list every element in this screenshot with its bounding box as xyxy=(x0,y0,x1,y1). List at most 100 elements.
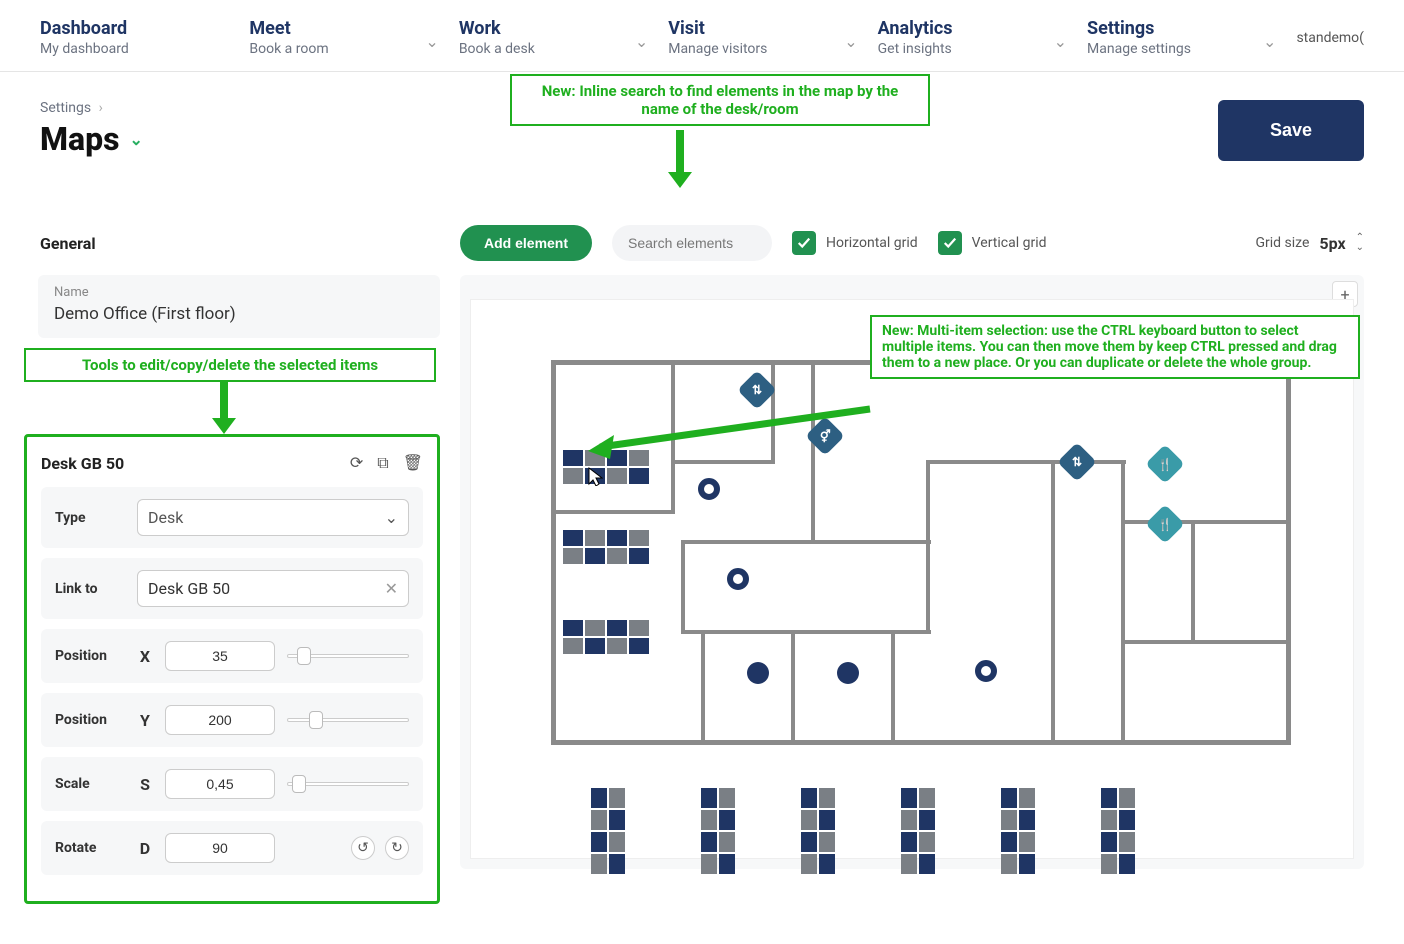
slider-track xyxy=(287,718,409,722)
nav-title: Dashboard xyxy=(40,18,199,39)
top-nav: Dashboard My dashboard Meet Book a room … xyxy=(0,0,1404,72)
desk-cluster[interactable] xyxy=(563,530,649,564)
nav-settings[interactable]: Settings Manage settings ⌄ xyxy=(1087,18,1286,57)
room-marker[interactable] xyxy=(698,478,720,500)
grid-size-stepper[interactable]: ⌃ ⌄ xyxy=(1356,234,1364,252)
grid-size-value: 5px xyxy=(1319,234,1345,253)
cafeteria-icon[interactable]: 🍴 xyxy=(1145,444,1185,484)
rotate-cw-button[interactable]: ↻ xyxy=(385,836,409,860)
slider-thumb[interactable] xyxy=(292,775,306,793)
nav-sub: Book a room xyxy=(249,41,408,57)
nav-work[interactable]: Work Book a desk ⌄ xyxy=(459,18,658,57)
position-y-axis: Y xyxy=(137,711,153,730)
floor-plan[interactable]: ⇅ ⚥ ⇅ 🍴 🍴 xyxy=(470,299,1354,859)
horizontal-grid-label: Horizontal grid xyxy=(826,235,918,251)
map-name-box: Name Demo Office (First floor) xyxy=(38,275,440,338)
type-value: Desk xyxy=(148,508,183,527)
room-marker[interactable] xyxy=(837,662,859,684)
chevron-down-icon: ⌄ xyxy=(425,32,438,51)
desk-cluster[interactable] xyxy=(1001,788,1035,874)
nav-dashboard[interactable]: Dashboard My dashboard xyxy=(40,18,239,57)
chevron-down-icon[interactable]: ⌄ xyxy=(1356,244,1364,252)
link-to-label: Link to xyxy=(55,581,125,597)
link-to-input[interactable]: Desk GB 50 ✕ xyxy=(137,570,409,607)
type-label: Type xyxy=(55,510,125,526)
vertical-grid-checkbox[interactable] xyxy=(938,231,962,255)
slider-thumb[interactable] xyxy=(297,647,311,665)
chevron-down-icon: ⌄ xyxy=(1054,32,1067,51)
desk-cluster[interactable] xyxy=(563,620,649,654)
delete-icon[interactable]: 🗑 xyxy=(403,453,423,473)
link-to-value: Desk GB 50 xyxy=(148,579,230,598)
desk-cluster[interactable] xyxy=(801,788,835,874)
position-x-input[interactable] xyxy=(165,641,275,671)
nav-user[interactable]: standemo( xyxy=(1296,30,1364,46)
desk-cluster[interactable] xyxy=(901,788,935,874)
map-name-label: Name xyxy=(54,285,424,300)
scale-label: Scale xyxy=(55,776,125,792)
rotate-ccw-button[interactable]: ↺ xyxy=(351,836,375,860)
nav-sub: Manage visitors xyxy=(668,41,827,57)
general-tab[interactable]: General xyxy=(40,234,440,253)
nav-visit[interactable]: Visit Manage visitors ⌄ xyxy=(668,18,867,57)
rotate-input[interactable] xyxy=(165,833,275,863)
chevron-down-icon: ⌄ xyxy=(385,508,398,527)
rotate-label: Rotate xyxy=(55,840,125,856)
toolbar: General Add element Horizontal grid Vert… xyxy=(0,211,1404,275)
selected-item-name: Desk GB 50 xyxy=(41,454,124,473)
check-icon xyxy=(797,236,811,250)
scale-axis: S xyxy=(137,775,153,794)
room-marker[interactable] xyxy=(975,660,997,682)
duplicate-icon[interactable]: ⧉ xyxy=(377,453,388,473)
nav-sub: My dashboard xyxy=(40,41,199,57)
scale-slider[interactable] xyxy=(287,775,409,793)
left-column: Name Demo Office (First floor) Tools to … xyxy=(20,275,440,904)
nav-title: Visit xyxy=(668,18,827,39)
refresh-icon[interactable]: ⟳ xyxy=(350,453,363,473)
nav-title: Work xyxy=(459,18,618,39)
clear-icon[interactable]: ✕ xyxy=(385,579,398,598)
room-marker[interactable] xyxy=(747,662,769,684)
type-row: Type Desk ⌄ xyxy=(41,487,423,548)
breadcrumb[interactable]: Settings › xyxy=(40,100,143,116)
position-y-input[interactable] xyxy=(165,705,275,735)
annotation-arrow-icon xyxy=(580,403,880,463)
annotation-tools-hint: Tools to edit/copy/delete the selected i… xyxy=(24,348,436,382)
nav-title: Analytics xyxy=(878,18,1037,39)
nav-sub: Get insights xyxy=(878,41,1037,57)
page-title: Maps xyxy=(40,120,120,158)
stairs-icon[interactable]: ⇅ xyxy=(1057,442,1097,482)
scale-row: Scale S xyxy=(41,757,423,811)
page-title-dropdown-icon[interactable]: ⌄ xyxy=(130,130,143,149)
position-x-label: Position xyxy=(55,648,125,664)
rotate-row: Rotate D ↺ ↻ xyxy=(41,821,423,875)
vertical-grid-label: Vertical grid xyxy=(972,235,1047,251)
chevron-down-icon: ⌄ xyxy=(844,32,857,51)
page-header: Settings › Maps ⌄ Save New: Inline searc… xyxy=(0,72,1404,171)
rotate-axis: D xyxy=(137,839,153,858)
nav-analytics[interactable]: Analytics Get insights ⌄ xyxy=(878,18,1077,57)
type-select[interactable]: Desk ⌄ xyxy=(137,499,409,536)
chevron-down-icon: ⌄ xyxy=(635,32,648,51)
room-marker[interactable] xyxy=(727,568,749,590)
slider-thumb[interactable] xyxy=(309,711,323,729)
nav-sub: Book a desk xyxy=(459,41,618,57)
desk-cluster[interactable] xyxy=(1101,788,1135,874)
desk-cluster[interactable] xyxy=(701,788,735,874)
horizontal-grid-checkbox[interactable] xyxy=(792,231,816,255)
nav-meet[interactable]: Meet Book a room ⌄ xyxy=(249,18,448,57)
main-area: Name Demo Office (First floor) Tools to … xyxy=(0,275,1404,944)
search-elements-input[interactable] xyxy=(612,225,772,261)
annotation-multiselect-hint: New: Multi-item selection: use the CTRL … xyxy=(870,315,1360,379)
position-x-slider[interactable] xyxy=(287,647,409,665)
link-to-row: Link to Desk GB 50 ✕ xyxy=(41,558,423,619)
annotation-search-hint: New: Inline search to find elements in t… xyxy=(510,74,930,126)
breadcrumb-parent[interactable]: Settings xyxy=(40,100,91,116)
cafeteria-icon[interactable]: 🍴 xyxy=(1145,504,1185,544)
save-button[interactable]: Save xyxy=(1218,100,1364,161)
desk-cluster[interactable] xyxy=(591,788,625,874)
add-element-button[interactable]: Add element xyxy=(460,225,592,261)
scale-input[interactable] xyxy=(165,769,275,799)
position-y-slider[interactable] xyxy=(287,711,409,729)
chevron-up-icon[interactable]: ⌃ xyxy=(1356,234,1364,242)
